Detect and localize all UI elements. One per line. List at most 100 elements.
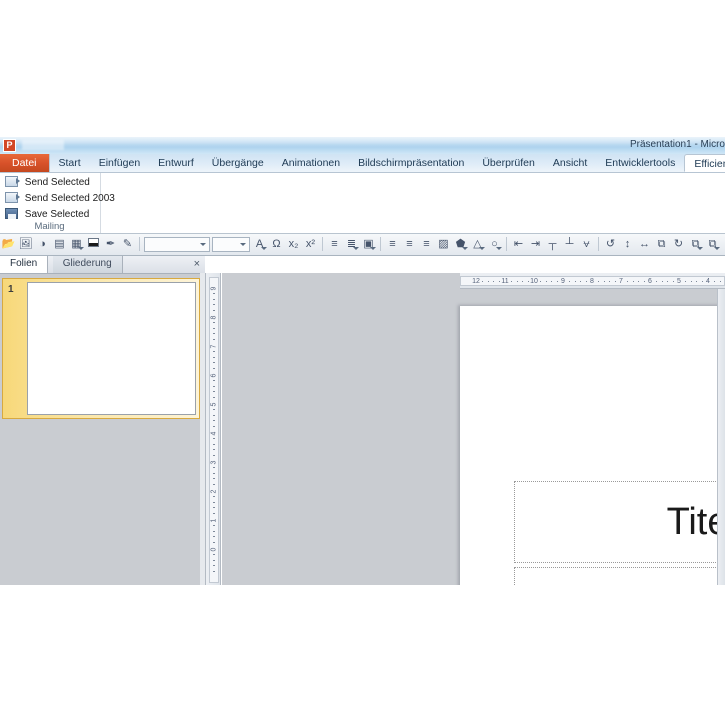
omega-symbol-icon[interactable]: Ω [268,234,285,255]
group-objects-icon[interactable]: ⧉ [653,234,670,255]
chevron-down-icon[interactable] [240,243,246,246]
open-folder-icon[interactable]: 📂 [0,234,17,255]
ribbon-tab-bildschirmpr-sentation[interactable]: Bildschirmpräsentation [349,154,473,172]
more-tools-icon[interactable]: ◇ [721,234,725,255]
horizontal-ruler-tick [574,281,576,282]
distribute-v-icon[interactable]: ↔ [636,234,653,255]
editing-area-scrollbar[interactable] [717,289,725,585]
vertical-ruler-tick [213,327,215,329]
ribbon-tab-start[interactable]: Start [50,154,90,172]
chevron-down-icon[interactable] [200,243,206,246]
horizontal-ruler-tick [690,281,692,282]
color-swatch-icon[interactable] [85,234,102,255]
vertical-ruler-tick [213,472,215,474]
rotate-icon[interactable]: ↻ [670,234,687,255]
vertical-ruler-tick [213,495,215,497]
align-center-icon[interactable]: ≡ [401,234,418,255]
format-painter-icon[interactable]: ✒ [102,234,119,255]
ribbon-body: Send Selected Send Selected 2003 Save Se… [0,173,725,234]
vertical-ruler-tick [213,507,215,509]
text-box-icon[interactable]: ▤ [51,234,68,255]
vertical-ruler-label: 3 [210,460,218,465]
indent-increase-icon[interactable]: ⇥ [527,234,544,255]
chevron-down-icon[interactable] [496,247,502,250]
ribbon-tab-entwurf[interactable]: Entwurf [149,154,203,172]
chevron-down-icon[interactable] [697,247,703,250]
title-placeholder[interactable]: Titel durc [514,481,725,563]
insert-object-icon[interactable]: ◑ [34,234,51,255]
ribbon-tab--berg-nge[interactable]: Übergänge [203,154,273,172]
subscript-icon[interactable]: x₂ [285,234,302,255]
slide-thumbnail[interactable] [27,282,196,415]
font-size-combo[interactable] [212,237,250,252]
ribbon-tab-entwicklertools[interactable]: Entwicklertools [596,154,684,172]
chevron-down-icon[interactable] [479,247,485,250]
chevron-down-icon[interactable] [353,247,359,250]
horizontal-ruler-tick [487,281,489,282]
ribbon-tab-ansicht[interactable]: Ansicht [544,154,596,172]
ribbon-tab-datei[interactable]: Datei [0,154,50,172]
toolbar-separator [506,237,507,251]
quick-access-toolbar[interactable] [22,140,64,150]
numbered-list-icon[interactable]: ≣ [343,234,360,255]
font-color-icon[interactable]: A [251,234,268,255]
ribbon-tab-einf-gen[interactable]: Einfügen [90,154,149,172]
tab-gliederung[interactable]: Gliederung [52,256,123,273]
shape-fill-icon[interactable]: ⬟ [452,234,469,255]
slide-thumbnail-item[interactable]: 1 [2,278,200,419]
align-top-icon[interactable]: ┬ [544,234,561,255]
horizontal-ruler-tick [626,281,628,282]
picture-frame-icon[interactable]: ▣ [360,234,377,255]
subtitle-placeholder[interactable] [514,567,725,585]
close-icon[interactable]: × [194,257,200,272]
font-name-combo[interactable] [144,237,210,252]
horizontal-ruler-tick [696,281,698,282]
horizontal-ruler-tick [545,281,547,282]
ribbon-tab--berpr-fen[interactable]: Überprüfen [473,154,544,172]
align-right-icon[interactable]: ≡ [418,234,435,255]
vertical-ruler-tick [213,321,215,323]
vertical-ruler-label: 9 [210,286,218,291]
horizontal-ruler-tick [516,281,518,282]
bullet-list-icon[interactable]: ≡ [326,234,343,255]
chevron-down-icon[interactable] [462,247,468,250]
vertical-ruler-tick [213,414,215,416]
slide-editing-area[interactable]: 121110987654 Titel durc [222,273,725,585]
duplicate-icon[interactable]: ⧉ [687,234,704,255]
horizontal-ruler-tick [539,281,541,282]
tab-folien[interactable]: Folien [0,256,49,273]
shape-outline-icon[interactable]: △ [469,234,486,255]
undo-brush-icon[interactable]: ✎ [119,234,136,255]
vertical-ruler-tick [213,478,215,480]
ribbon-item-send-selected-2003[interactable]: Send Selected 2003 [5,191,115,207]
ribbon-tab-efficienizers[interactable]: Efficienizers [684,154,725,172]
horizontal-ruler-tick [667,281,669,282]
align-left-icon[interactable]: ≡ [384,234,401,255]
chevron-down-icon[interactable] [370,247,376,250]
distribute-h-icon[interactable]: ⩝ [578,234,595,255]
chevron-down-icon[interactable] [714,247,720,250]
horizontal-ruler-tick [603,281,605,282]
shape-effects-icon[interactable]: ○ [486,234,503,255]
vertical-ruler-tick [213,559,215,561]
horizontal-ruler-tick [481,281,483,282]
vertical-ruler-tick [213,420,215,422]
save-disk-icon [5,208,18,219]
horizontal-ruler-tick [522,281,524,282]
copy-style-icon[interactable]: ⧉ [704,234,721,255]
indent-decrease-icon[interactable]: ⇤ [510,234,527,255]
ribbon-tab-animationen[interactable]: Animationen [273,154,349,172]
chevron-down-icon[interactable] [78,247,84,250]
superscript-icon[interactable]: x² [302,234,319,255]
vertical-ruler-tick [213,292,215,294]
table-icon[interactable]: ▦ [68,234,85,255]
rotate-left-icon[interactable]: ↺ [602,234,619,255]
align-middle-icon[interactable]: ↕ [619,234,636,255]
ribbon-item-send-selected[interactable]: Send Selected [5,175,100,191]
insert-image-icon[interactable]: ▨ [435,234,452,255]
slide-canvas[interactable]: Titel durc [460,306,725,585]
send-mail-icon [5,176,20,187]
chevron-down-icon[interactable] [261,247,267,250]
insert-picture-icon[interactable]: 🖼 [17,234,34,255]
align-bottom-icon[interactable]: ┴ [561,234,578,255]
